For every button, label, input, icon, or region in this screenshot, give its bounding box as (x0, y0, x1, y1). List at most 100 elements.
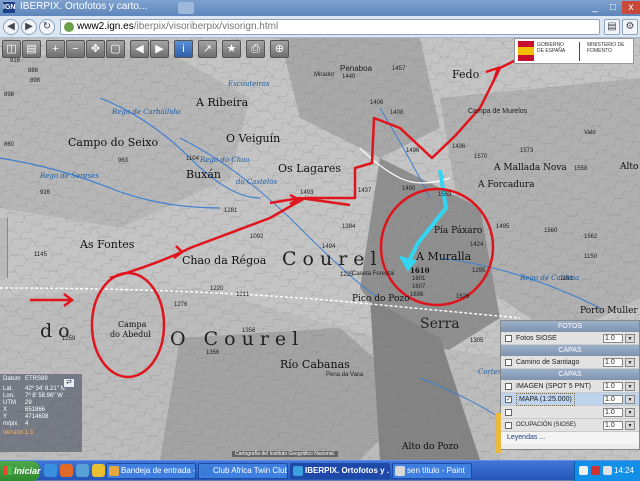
prev-view-icon[interactable]: ◀ (130, 40, 149, 58)
map-label: A Ribeira (196, 96, 249, 109)
elevation-label: 1457 (392, 66, 406, 72)
layer-checkbox[interactable] (505, 383, 512, 390)
elevation-label: 1356 (206, 350, 220, 356)
ministerio-logo: GOBIERNO DE ESPAÑA MINISTERIO DE FOMENTO (514, 38, 634, 64)
next-view-icon[interactable]: ▶ (150, 40, 169, 58)
zoom-in-icon[interactable]: + (46, 40, 65, 58)
elevation-label: 1406 (370, 100, 384, 106)
map-label: Mirador (314, 72, 335, 78)
bookmark-icon[interactable]: ★ (222, 40, 241, 58)
ign-favicon-icon: IGN (3, 2, 16, 13)
map-label: Penaboa (340, 64, 373, 73)
minimize-button[interactable]: _ (586, 1, 604, 14)
coordinate-system-icon[interactable]: ⇄ (63, 378, 75, 388)
taskbar-item-mail[interactable]: Bandeja de entrada - O... (106, 463, 196, 479)
opacity-dropdown-icon[interactable]: ▼ (625, 408, 635, 417)
reload-icon[interactable]: ↻ (39, 19, 55, 35)
start-button[interactable]: Iniciar (0, 461, 41, 481)
taskbar-item-iberpix[interactable]: IBERPIX. Ortofotos y ... (290, 463, 390, 479)
datum-value: ETRS89 (25, 376, 48, 382)
map-label: O Veiguín (226, 132, 281, 145)
utm-label: UTM (3, 400, 16, 406)
side-panel-toggle[interactable] (0, 218, 8, 278)
layer-checkbox[interactable] (505, 409, 512, 416)
new-tab-button[interactable] (178, 2, 194, 14)
layers-icon[interactable]: ▤ (22, 40, 41, 58)
opacity-dropdown-icon[interactable]: ▼ (625, 334, 635, 343)
layer-checkbox[interactable] (505, 422, 512, 429)
show-desktop-icon[interactable] (76, 464, 89, 477)
layer-row[interactable]: Fotos SIOSE 1.0 ▼ (501, 332, 639, 345)
print-icon[interactable]: ⎙ (246, 40, 265, 58)
elevation-label: 963 (118, 158, 129, 164)
zoom-box-icon[interactable]: ▢ (106, 40, 125, 58)
layer-checkbox[interactable] (505, 335, 512, 342)
tab-title[interactable]: IBERPIX. Ortofotos y carto... (20, 1, 147, 12)
opacity-input[interactable]: 1.0 (603, 408, 623, 417)
elevation-label: 1601 (412, 276, 426, 282)
pan-icon[interactable]: ✥ (86, 40, 105, 58)
layer-row[interactable]: IMAGEN (SPOT 5 PNT) 1.0 ▼ (501, 380, 639, 393)
task-label: Club Africa Twin Club Es... (213, 466, 288, 475)
volume-icon[interactable] (603, 466, 612, 475)
url-input[interactable]: www2.ign.es/iberpix/visoriberpix/visorig… (60, 19, 600, 35)
opacity-input[interactable]: 1.0 (603, 395, 623, 404)
opacity-input[interactable]: 1.0 (603, 421, 623, 430)
browser-window: IGN IBERPIX. Ortofotos y carto... _ □ x … (0, 0, 640, 481)
layer-row[interactable]: OCUPACIÓN (SIOSE) 1.0 ▼ (501, 419, 639, 432)
opacity-input[interactable]: 1.0 (603, 382, 623, 391)
back-arrow-icon[interactable]: ◀ (3, 19, 19, 35)
layer-name: Camino de Santiago (516, 359, 580, 366)
elevation-label: 1493 (300, 190, 314, 196)
opacity-dropdown-icon[interactable]: ▼ (625, 382, 635, 391)
network-icon[interactable] (579, 466, 588, 475)
info-icon[interactable]: i (174, 40, 193, 58)
grid-icon[interactable]: ◫ (2, 40, 21, 58)
lat-value: 42º 34' 8.21" N (25, 386, 65, 392)
layer-name: Fotos SIOSE (516, 335, 557, 342)
firefox-icon[interactable] (60, 464, 73, 477)
opacity-dropdown-icon[interactable]: ▼ (625, 421, 635, 430)
layer-checkbox[interactable]: ✓ (505, 396, 512, 403)
zoom-out-icon[interactable]: − (66, 40, 85, 58)
page-menu-icon[interactable]: ▤ (604, 19, 620, 35)
layer-checkbox[interactable] (505, 359, 512, 366)
opacity-dropdown-icon[interactable]: ▼ (625, 395, 635, 404)
layers-panel: FOTOS Fotos SIOSE 1.0 ▼ CAPAS Camino de … (495, 320, 640, 453)
map-label: Río Cabanas (280, 358, 350, 371)
map-viewer[interactable]: ◫ ▤ + − ✥ ▢ ◀ ▶ i ↗ ★ ⎙ ⊕ GOBIERNO DE ES… (0, 38, 640, 460)
layer-row[interactable]: Camino de Santiago 1.0 ▼ (501, 356, 639, 369)
close-button[interactable]: x (622, 1, 640, 14)
clock: 14:24 (613, 466, 634, 475)
opacity-input[interactable]: 1.0 (603, 358, 623, 367)
elevation-label: 1220 (210, 286, 224, 292)
layer-name: MAPA (1:25.000) (516, 393, 575, 406)
map-label: Campa de Murelos (468, 108, 528, 115)
link-icon[interactable]: ⊕ (270, 40, 289, 58)
antivirus-icon[interactable] (591, 466, 600, 475)
river-label: Rego do Chao (200, 156, 250, 164)
taskbar-item-paint[interactable]: sen título - Paint (392, 463, 472, 479)
elevation-label: 1281 (224, 208, 238, 214)
legend-link[interactable]: Leyendas ... (501, 432, 639, 444)
capas-header: CAPAS (501, 345, 639, 356)
elevation-label: 886 (28, 68, 39, 74)
layer-row[interactable]: 1.0 ▼ (501, 406, 639, 419)
map-label: Alto (620, 162, 639, 172)
taskbar-item-club[interactable]: Club Africa Twin Club Es... (198, 463, 288, 479)
map-label: Pena da Vaca (326, 372, 364, 378)
forward-arrow-icon[interactable]: ▶ (21, 19, 37, 35)
ie-icon[interactable] (44, 464, 57, 477)
elevation-label: 916 (40, 190, 51, 196)
mail-icon[interactable] (92, 464, 105, 477)
elevation-label: 1225 (340, 272, 354, 278)
measure-icon[interactable]: ↗ (198, 40, 217, 58)
maximize-button[interactable]: □ (604, 1, 622, 14)
task-label: Bandeja de entrada - O... (121, 466, 196, 475)
wrench-icon[interactable]: ⚙ (622, 19, 638, 35)
map-label: A Muralla (416, 250, 472, 263)
layer-row[interactable]: ✓ MAPA (1:25.000) 1.0 ▼ (501, 393, 639, 406)
opacity-dropdown-icon[interactable]: ▼ (625, 358, 635, 367)
opacity-input[interactable]: 1.0 (603, 334, 623, 343)
map-label: Os Lagares (278, 162, 342, 175)
